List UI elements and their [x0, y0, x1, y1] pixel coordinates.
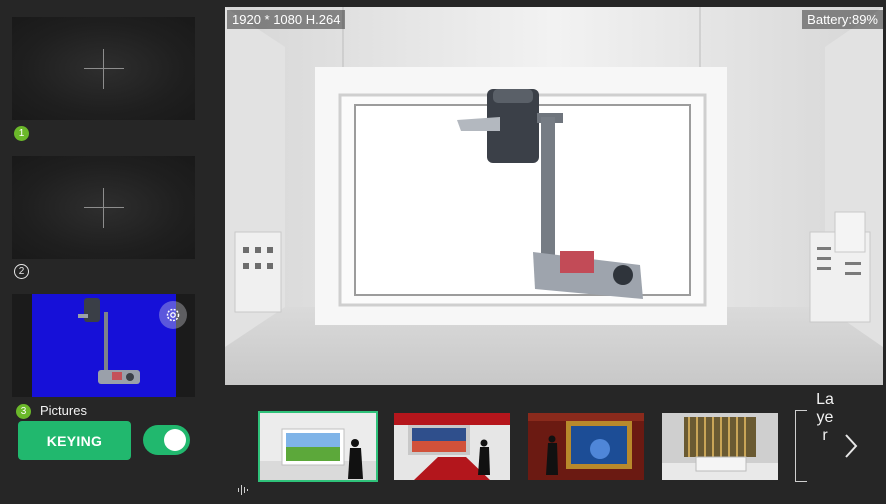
- source-slot-3[interactable]: [12, 294, 195, 397]
- scene-thumbnail-4[interactable]: [660, 411, 780, 482]
- keying-toggle[interactable]: [143, 425, 190, 455]
- keying-button[interactable]: KEYING: [18, 421, 131, 460]
- source-3-thumbnail: [32, 294, 176, 397]
- preview-scene-image: [225, 7, 883, 385]
- source-slot-2[interactable]: [12, 156, 195, 259]
- scene-3-image: [528, 413, 644, 480]
- source-badge-3: 3: [16, 404, 31, 419]
- settings-icon: [166, 308, 180, 322]
- scene-thumbnail-1[interactable]: [258, 411, 378, 482]
- plus-icon: [83, 48, 124, 89]
- scene-thumbnail-3[interactable]: [526, 411, 646, 482]
- source-slot-1[interactable]: [12, 17, 195, 120]
- battery-readout: Battery:89%: [802, 10, 883, 29]
- plus-icon: [83, 187, 124, 228]
- layer-bracket: [795, 410, 807, 482]
- source-3-settings-button[interactable]: [159, 301, 187, 329]
- scene-1-image: [260, 413, 376, 480]
- scene-thumbnail-2[interactable]: [392, 411, 512, 482]
- scene-4-image: [662, 413, 778, 480]
- program-preview[interactable]: 1920 * 1080 H.264 Battery:89%: [225, 7, 883, 385]
- source-3-label: Pictures: [40, 403, 87, 418]
- scene-2-image: [394, 413, 510, 480]
- layer-label[interactable]: Layer: [815, 391, 835, 445]
- source-badge-2: 2: [14, 264, 29, 279]
- resolution-readout: 1920 * 1080 H.264: [227, 10, 346, 29]
- toggle-knob: [164, 429, 186, 451]
- audio-icon: [238, 485, 248, 495]
- source-badge-1: 1: [14, 126, 29, 141]
- chevron-right-icon[interactable]: [842, 432, 860, 460]
